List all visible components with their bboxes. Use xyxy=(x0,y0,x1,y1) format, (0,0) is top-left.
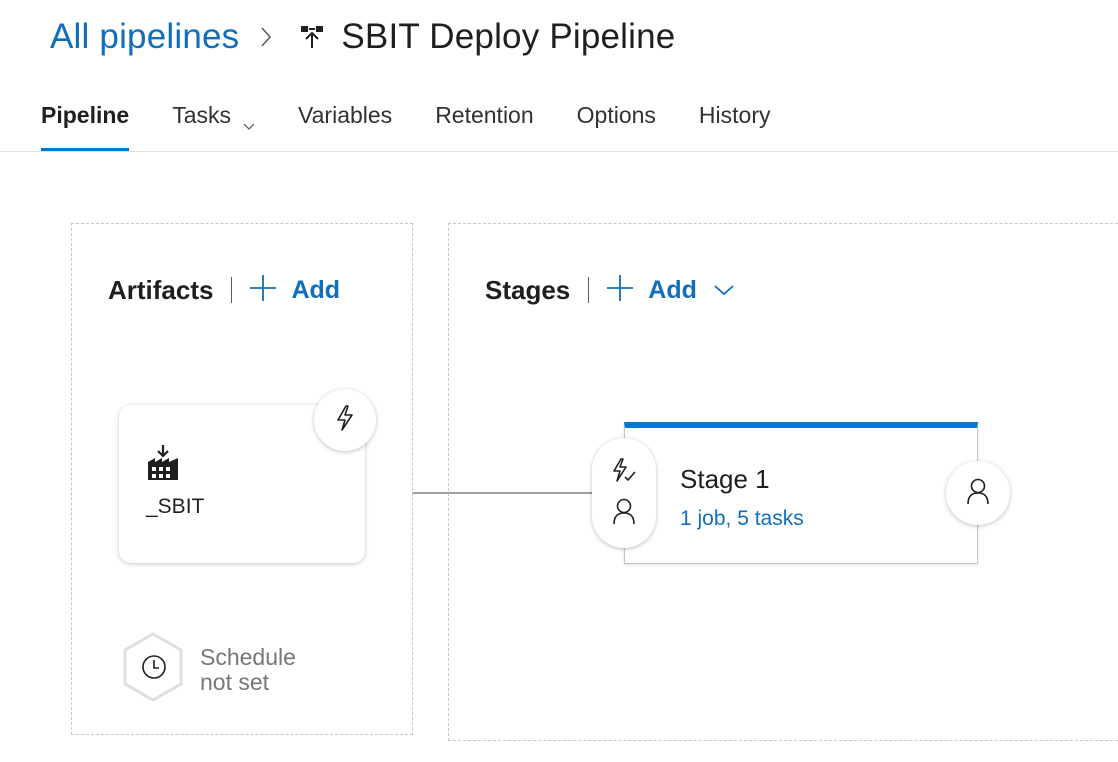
header-divider xyxy=(588,277,590,303)
continuous-deployment-trigger-button[interactable] xyxy=(314,389,376,451)
all-pipelines-link[interactable]: All pipelines xyxy=(50,17,239,57)
artifact-name: _SBIT xyxy=(146,495,205,518)
stage-name: Stage 1 xyxy=(680,464,770,494)
tab-label: Pipeline xyxy=(41,102,130,128)
plus-icon xyxy=(248,273,278,308)
schedule-line-2: not set xyxy=(200,668,270,695)
tabs-divider xyxy=(0,151,1118,152)
tab-history[interactable]: History xyxy=(699,96,771,152)
add-stage-button[interactable]: Add xyxy=(605,273,735,308)
tab-variables[interactable]: Variables xyxy=(298,96,392,152)
add-stage-label: Add xyxy=(648,275,697,304)
tab-retention[interactable]: Retention xyxy=(435,96,533,152)
chevron-down-icon xyxy=(243,110,255,137)
breadcrumb: All pipelines SBIT Deploy Pipeline xyxy=(50,14,675,60)
tab-label: History xyxy=(698,102,771,128)
stage-card[interactable]: Stage 1 1 job, 5 tasks xyxy=(624,422,978,564)
tab-pipeline[interactable]: Pipeline xyxy=(41,96,130,152)
lightning-icon xyxy=(333,404,357,437)
artifacts-header: Artifacts Add xyxy=(108,270,340,310)
tab-label: Retention xyxy=(435,102,534,128)
add-artifact-button[interactable]: Add xyxy=(248,273,340,308)
chevron-down-icon xyxy=(713,283,735,297)
tab-label: Tasks xyxy=(172,102,231,128)
artifact-stage-connector xyxy=(413,492,598,494)
lightning-check-icon xyxy=(610,457,638,490)
page-title: SBIT Deploy Pipeline xyxy=(341,17,676,56)
clock-icon xyxy=(122,632,184,707)
stages-title: Stages xyxy=(485,274,571,305)
chevron-right-icon xyxy=(259,25,273,49)
person-icon xyxy=(966,477,990,510)
tab-tasks[interactable]: Tasks xyxy=(172,96,255,152)
post-deployment-approvals-button[interactable] xyxy=(946,461,1010,525)
header-divider xyxy=(231,277,233,303)
tab-label: Options xyxy=(576,102,656,128)
release-pipeline-icon xyxy=(299,24,325,50)
artifacts-title: Artifacts xyxy=(108,274,214,305)
plus-icon xyxy=(605,273,635,308)
tab-label: Variables xyxy=(298,102,393,128)
stages-header: Stages Add xyxy=(485,270,735,310)
pre-deployment-conditions xyxy=(592,438,656,548)
pre-deployment-approvals-button[interactable] xyxy=(602,493,646,533)
pre-deployment-trigger-button[interactable] xyxy=(602,453,646,493)
add-artifact-label: Add xyxy=(291,275,341,304)
schedule-line-1: Schedule xyxy=(200,643,296,670)
tab-bar: Pipeline Tasks Variables Retention Optio… xyxy=(41,96,813,152)
tab-options[interactable]: Options xyxy=(577,96,656,152)
schedule-status: Schedule not set xyxy=(200,643,296,695)
build-artifact-icon xyxy=(147,445,179,486)
person-icon xyxy=(612,497,636,530)
stage-tasks-link[interactable]: 1 job, 5 tasks xyxy=(680,507,804,531)
schedule-button[interactable]: Schedule not set xyxy=(122,632,296,707)
